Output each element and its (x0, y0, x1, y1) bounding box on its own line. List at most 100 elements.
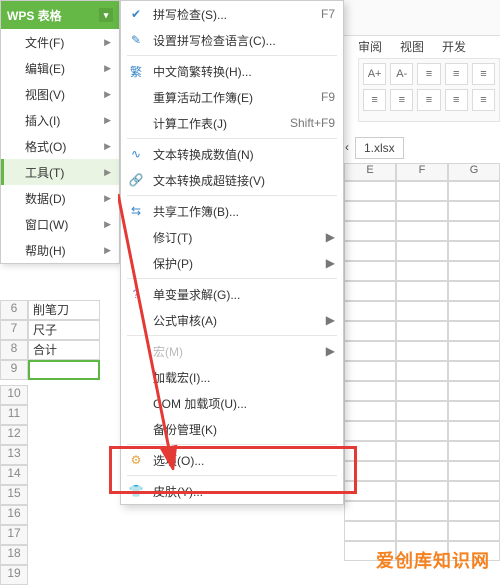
submenu-item-18[interactable]: 加载宏(I)... (121, 364, 343, 390)
grid-cell[interactable] (396, 441, 448, 461)
grid-cell[interactable] (396, 181, 448, 201)
grid-cell[interactable] (344, 201, 396, 221)
align-top-1[interactable]: ≡ (417, 63, 440, 85)
submenu-item-5[interactable]: 计算工作表(J)Shift+F9 (121, 110, 343, 136)
mainmenu-item-5[interactable]: 工具(T)▶ (1, 159, 119, 185)
row-num-13[interactable]: 13 (0, 445, 28, 465)
grid-cell[interactable] (448, 481, 500, 501)
font-decrease[interactable]: A- (390, 63, 413, 85)
row-num-10[interactable]: 10 (0, 385, 28, 405)
row-num-14[interactable]: 14 (0, 465, 28, 485)
tab-develop[interactable]: 开发 (442, 36, 466, 56)
grid-cell[interactable] (448, 241, 500, 261)
grid-cell[interactable] (344, 181, 396, 201)
mainmenu-item-2[interactable]: 视图(V)▶ (1, 81, 119, 107)
grid-cell[interactable] (344, 221, 396, 241)
grid-cell[interactable] (396, 301, 448, 321)
cell-a7[interactable]: 尺子 (28, 320, 100, 340)
cell-a9-active[interactable] (28, 360, 100, 380)
grid-cell[interactable] (396, 461, 448, 481)
grid-cell[interactable] (448, 521, 500, 541)
file-tab-prev[interactable]: ‹ (345, 137, 355, 157)
row-num-16[interactable]: 16 (0, 505, 28, 525)
grid-cell[interactable] (344, 361, 396, 381)
grid-cell[interactable] (396, 341, 448, 361)
submenu-item-1[interactable]: ✎设置拼写检查语言(C)... (121, 27, 343, 53)
grid-cell[interactable] (448, 281, 500, 301)
grid-cell[interactable] (344, 281, 396, 301)
grid-cell[interactable] (396, 401, 448, 421)
grid-cell[interactable] (448, 501, 500, 521)
row-num-19[interactable]: 19 (0, 565, 28, 585)
align-top-3[interactable]: ≡ (472, 63, 495, 85)
row-num-11[interactable]: 11 (0, 405, 28, 425)
grid-cell[interactable] (448, 341, 500, 361)
grid-cell[interactable] (396, 361, 448, 381)
grid-cell[interactable] (448, 201, 500, 221)
grid-cell[interactable] (344, 301, 396, 321)
submenu-item-3[interactable]: 繁中文简繁转换(H)... (121, 58, 343, 84)
grid-cell[interactable] (396, 321, 448, 341)
col-head-g[interactable]: G (448, 163, 500, 181)
col-head-f[interactable]: F (396, 163, 448, 181)
grid-cell[interactable] (448, 401, 500, 421)
submenu-item-4[interactable]: 重算活动工作簿(E)F9 (121, 84, 343, 110)
align-bot-5[interactable]: ≡ (472, 89, 495, 111)
grid-cell[interactable] (396, 521, 448, 541)
row-num-6[interactable]: 6 (0, 300, 28, 320)
submenu-item-0[interactable]: ✔拼写检查(S)...F7 (121, 1, 343, 27)
mainmenu-item-4[interactable]: 格式(O)▶ (1, 133, 119, 159)
row-num-9[interactable]: 9 (0, 360, 28, 380)
row-num-7[interactable]: 7 (0, 320, 28, 340)
tab-view[interactable]: 视图 (400, 36, 424, 56)
tab-review[interactable]: 审阅 (358, 36, 382, 56)
align-bot-2[interactable]: ≡ (390, 89, 413, 111)
row-num-12[interactable]: 12 (0, 425, 28, 445)
grid-cell[interactable] (344, 341, 396, 361)
font-increase[interactable]: A+ (363, 63, 386, 85)
grid-cell[interactable] (448, 361, 500, 381)
grid-cell[interactable] (344, 461, 396, 481)
submenu-item-19[interactable]: COM 加载项(U)... (121, 390, 343, 416)
align-top-2[interactable]: ≡ (445, 63, 468, 85)
align-bot-4[interactable]: ≡ (445, 89, 468, 111)
mainmenu-item-3[interactable]: 插入(I)▶ (1, 107, 119, 133)
grid-cell[interactable] (396, 381, 448, 401)
grid-cell[interactable] (344, 521, 396, 541)
submenu-item-10[interactable]: ⇆共享工作簿(B)... (121, 198, 343, 224)
grid-cell[interactable] (396, 421, 448, 441)
grid-cell[interactable] (448, 461, 500, 481)
submenu-item-22[interactable]: ⚙选项(O)... (121, 447, 343, 473)
grid-cell[interactable] (448, 261, 500, 281)
mainmenu-item-7[interactable]: 窗口(W)▶ (1, 211, 119, 237)
grid-cell[interactable] (448, 441, 500, 461)
app-menu-header[interactable]: WPS 表格 ▾ (1, 1, 119, 29)
grid-cell[interactable] (344, 321, 396, 341)
grid-cell[interactable] (396, 261, 448, 281)
grid-cell[interactable] (396, 501, 448, 521)
row-num-17[interactable]: 17 (0, 525, 28, 545)
submenu-item-7[interactable]: ∿文本转换成数值(N) (121, 141, 343, 167)
row-num-8[interactable]: 8 (0, 340, 28, 360)
row-num-18[interactable]: 18 (0, 545, 28, 565)
grid-cell[interactable] (344, 501, 396, 521)
cell-a8[interactable]: 合计 (28, 340, 100, 360)
mainmenu-item-6[interactable]: 数据(D)▶ (1, 185, 119, 211)
grid-cell[interactable] (344, 481, 396, 501)
submenu-item-15[interactable]: 公式审核(A)▶ (121, 307, 343, 333)
grid-cell[interactable] (448, 221, 500, 241)
row-num-15[interactable]: 15 (0, 485, 28, 505)
grid-cell[interactable] (344, 421, 396, 441)
align-bot-3[interactable]: ≡ (417, 89, 440, 111)
mainmenu-item-0[interactable]: 文件(F)▶ (1, 29, 119, 55)
grid-cell[interactable] (396, 221, 448, 241)
workbook-filename-tab[interactable]: 1.xlsx (355, 137, 404, 159)
cell-a6[interactable]: 削笔刀 (28, 300, 100, 320)
submenu-item-14[interactable]: ?单变量求解(G)... (121, 281, 343, 307)
grid-cell[interactable] (344, 381, 396, 401)
grid-cell[interactable] (396, 201, 448, 221)
grid-cell[interactable] (344, 261, 396, 281)
align-bot-1[interactable]: ≡ (363, 89, 386, 111)
grid-cell[interactable] (344, 241, 396, 261)
grid-cell[interactable] (396, 281, 448, 301)
